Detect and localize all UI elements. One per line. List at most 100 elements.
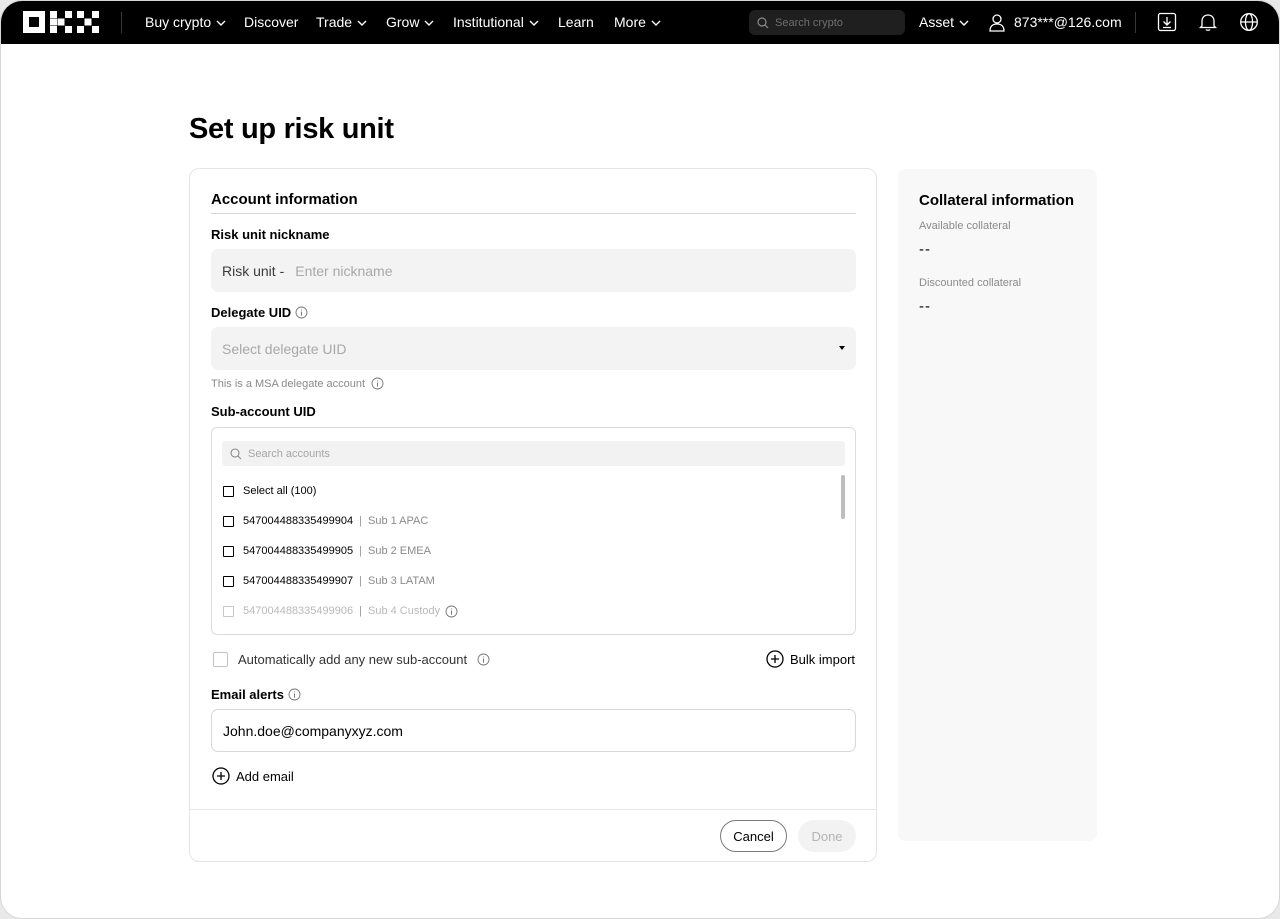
checkbox[interactable] — [223, 545, 234, 557]
subaccount-uid: 547004488335499906 — [243, 605, 354, 617]
download-icon[interactable] — [1157, 12, 1177, 32]
available-collateral-label: Available collateral — [919, 220, 1011, 232]
bulk-import-button[interactable]: Bulk import — [766, 650, 855, 668]
chevron-down-icon — [216, 20, 226, 26]
risk-unit-form: Account information Risk unit nickname R… — [189, 168, 877, 862]
nav-label: Discover — [244, 14, 299, 30]
cancel-button[interactable]: Cancel — [720, 820, 787, 852]
subaccount-row-disabled: 547004488335499906 | Sub 4 Custody — [223, 603, 458, 619]
nickname-field[interactable]: Risk unit - Enter nickname — [211, 249, 856, 292]
page-title: Set up risk unit — [189, 113, 394, 145]
collateral-title: Collateral information — [919, 192, 1075, 209]
info-icon[interactable] — [371, 377, 384, 390]
info-icon[interactable] — [477, 653, 490, 666]
chevron-down-icon — [424, 20, 434, 26]
nav-institutional[interactable]: Institutional — [453, 1, 539, 44]
subaccount-list: Search accounts Select all (100) 5470044… — [211, 427, 856, 635]
delegate-placeholder: Select delegate UID — [222, 340, 347, 357]
search-accounts-input[interactable]: Search accounts — [222, 441, 845, 466]
nav-asset[interactable]: Asset — [919, 1, 969, 44]
caret-down-icon — [839, 346, 845, 350]
discounted-collateral-label: Discounted collateral — [919, 277, 1022, 289]
delegate-uid-select[interactable]: Select delegate UID — [211, 327, 856, 370]
hint-text: This is a MSA delegate account — [211, 377, 366, 390]
subaccount-name: Sub 4 Custody — [367, 605, 441, 617]
label-text: Risk unit nickname — [211, 227, 330, 242]
nav-label: Buy crypto — [145, 14, 212, 30]
email-input[interactable]: John.doe@companyxyz.com — [211, 709, 856, 752]
email-alerts-label: Email alerts — [211, 687, 301, 702]
nickname-prefix: Risk unit - — [222, 262, 285, 279]
divider — [190, 809, 876, 810]
top-nav: Buy crypto Discover Trade Grow Instituti… — [1, 1, 1279, 44]
add-email-button[interactable]: Add email — [212, 767, 294, 785]
delegate-hint: This is a MSA delegate account — [211, 377, 384, 390]
search-placeholder: Search accounts — [248, 447, 330, 460]
checkbox[interactable] — [223, 485, 234, 497]
subaccount-uid: 547004488335499905 — [243, 545, 354, 557]
subaccount-name: Sub 3 LATAM — [367, 575, 435, 587]
info-icon[interactable] — [445, 605, 458, 618]
discounted-collateral-value: -- — [919, 298, 931, 315]
nav-divider — [121, 12, 122, 33]
label-text: Email alerts — [211, 687, 284, 702]
search-icon — [230, 447, 242, 459]
subaccount-row[interactable]: 547004488335499905 | Sub 2 EMEA — [223, 543, 431, 559]
nav-search[interactable] — [749, 10, 905, 35]
okx-logo[interactable] — [23, 11, 99, 33]
label-text: Delegate UID — [211, 305, 292, 320]
info-icon[interactable] — [295, 306, 308, 319]
subaccount-row[interactable]: 547004488335499907 | Sub 3 LATAM — [223, 573, 435, 589]
auto-add-option[interactable]: Automatically add any new sub-account — [213, 652, 490, 667]
separator: | — [359, 545, 362, 557]
select-all-label: Select all (100) — [243, 485, 317, 497]
nav-learn[interactable]: Learn — [558, 1, 594, 44]
section-title: Account information — [211, 191, 358, 208]
nickname-placeholder: Enter nickname — [295, 262, 393, 279]
info-icon[interactable] — [288, 688, 301, 701]
separator: | — [359, 605, 362, 617]
done-button[interactable]: Done — [798, 820, 856, 852]
bulk-import-label: Bulk import — [790, 651, 856, 667]
scrollbar-thumb[interactable] — [841, 475, 845, 519]
nav-discover[interactable]: Discover — [244, 1, 298, 44]
nav-label: Learn — [558, 14, 594, 30]
subaccount-uid: 547004488335499907 — [243, 575, 354, 587]
subaccount-name: Sub 2 EMEA — [367, 545, 431, 557]
nav-more[interactable]: More — [614, 1, 661, 44]
label-text: Sub-account UID — [211, 404, 316, 419]
nav-divider — [1135, 12, 1136, 33]
scrollbar[interactable] — [841, 475, 845, 519]
user-email: 873***@126.com — [1014, 14, 1122, 30]
nav-grow[interactable]: Grow — [386, 1, 434, 44]
bell-icon[interactable] — [1198, 12, 1218, 32]
separator: | — [359, 575, 362, 587]
nav-buy-crypto[interactable]: Buy crypto — [145, 1, 226, 44]
select-all-row[interactable]: Select all (100) — [223, 483, 316, 499]
search-icon — [757, 16, 769, 28]
nav-search-input[interactable] — [775, 16, 895, 29]
checkbox[interactable] — [213, 652, 228, 667]
nav-label: Asset — [919, 14, 955, 30]
chevron-down-icon — [529, 20, 539, 26]
nav-trade[interactable]: Trade — [316, 1, 367, 44]
nav-user-account[interactable]: 873***@126.com — [989, 1, 1122, 44]
checkbox[interactable] — [223, 515, 234, 527]
nav-label: Grow — [386, 14, 420, 30]
nav-label: More — [614, 14, 646, 30]
collateral-panel: Collateral information Available collate… — [898, 169, 1097, 841]
app-window: Buy crypto Discover Trade Grow Instituti… — [0, 0, 1280, 919]
auto-add-label: Automatically add any new sub-account — [238, 652, 468, 667]
plus-circle-icon — [766, 650, 784, 668]
globe-icon[interactable] — [1239, 12, 1259, 32]
divider — [211, 213, 856, 214]
plus-circle-icon — [212, 767, 230, 785]
subaccount-name: Sub 1 APAC — [367, 515, 429, 527]
add-email-label: Add email — [236, 768, 294, 784]
user-icon — [989, 13, 1005, 32]
chevron-down-icon — [651, 20, 661, 26]
email-value: John.doe@companyxyz.com — [223, 722, 403, 739]
checkbox[interactable] — [223, 575, 234, 587]
available-collateral-value: -- — [919, 241, 931, 258]
subaccount-row[interactable]: 547004488335499904 | Sub 1 APAC — [223, 513, 428, 529]
